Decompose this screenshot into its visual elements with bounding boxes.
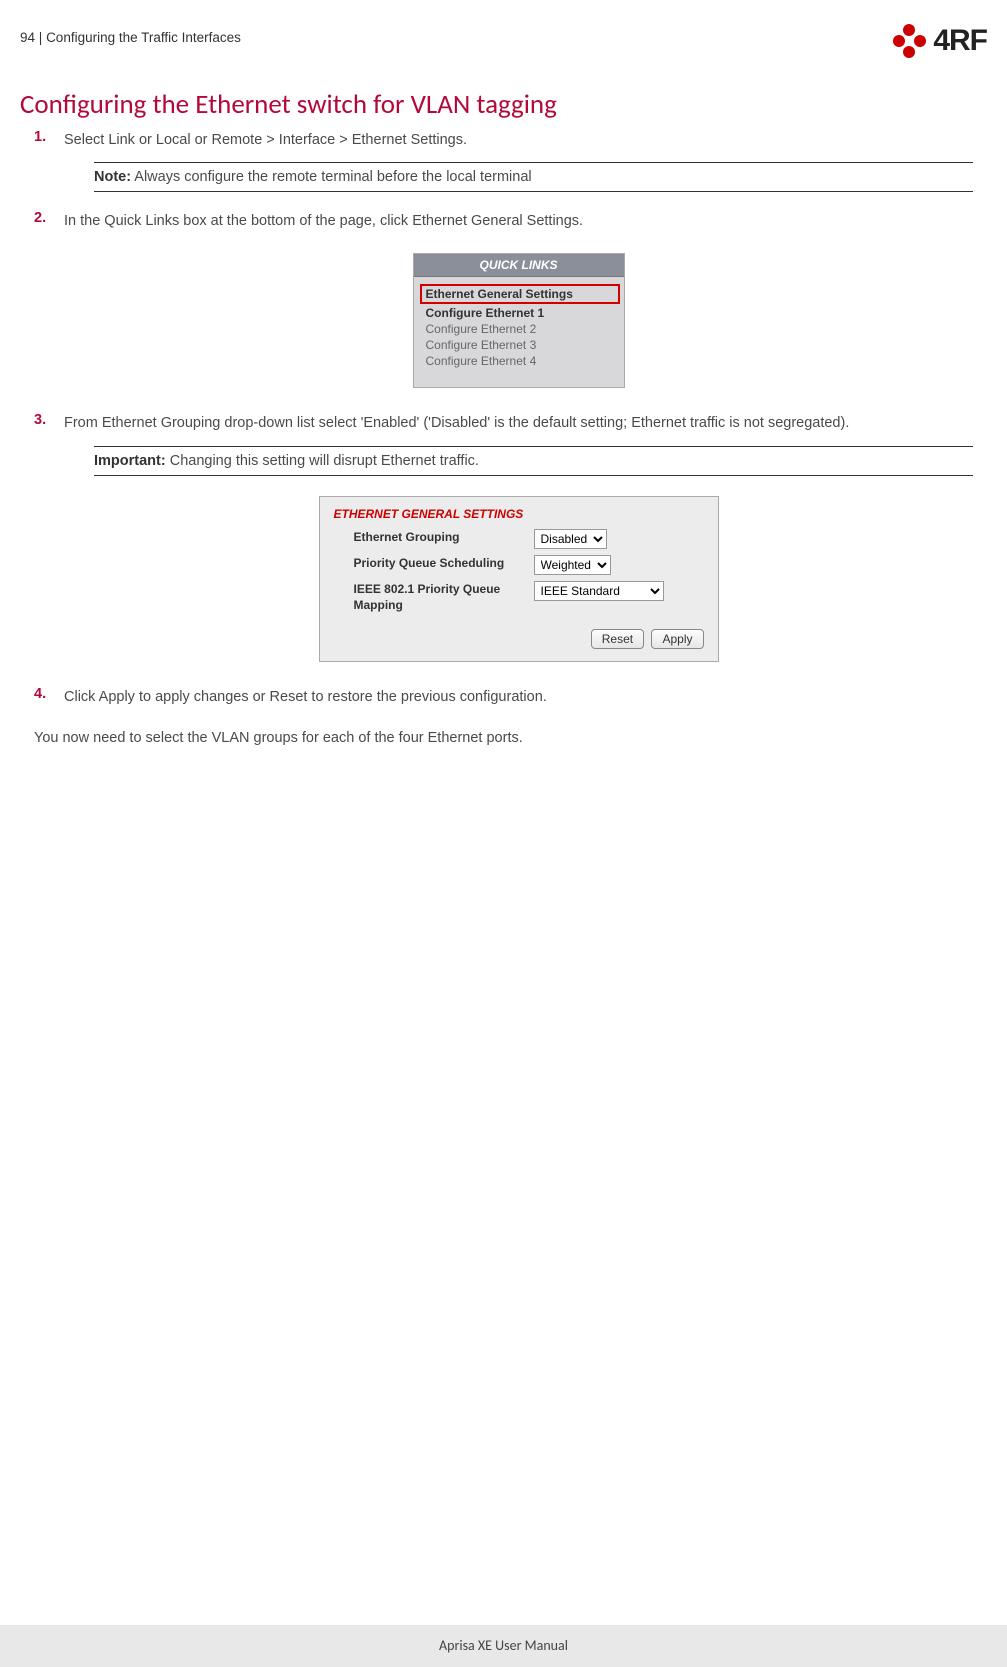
quick-link-configure-eth2[interactable]: Configure Ethernet 2 (426, 321, 614, 337)
row-priority-queue-mapping: IEEE 802.1 Priority Queue Mapping IEEE S… (334, 581, 704, 613)
important-text: Changing this setting will disrupt Ether… (166, 453, 479, 469)
quick-links-body: Ethernet General Settings Configure Ethe… (414, 277, 624, 387)
quick-link-ethernet-general[interactable]: Ethernet General Settings (420, 284, 620, 304)
logo-text: 4RF (933, 24, 987, 58)
step-2: 2. In the Quick Links box at the bottom … (34, 210, 973, 388)
brand-logo: 4RF (893, 24, 987, 58)
page-number: 94 (20, 30, 35, 45)
logo-icon (893, 24, 927, 58)
row-priority-queue-scheduling: Priority Queue Scheduling Weighted (334, 555, 704, 575)
reset-button[interactable]: Reset (591, 629, 644, 649)
pqm-select[interactable]: IEEE Standard (534, 581, 664, 601)
step-text: Select Link or Local or Remote > Interfa… (64, 129, 973, 152)
pqs-label: Priority Queue Scheduling (334, 555, 534, 571)
step-number: 1. (34, 129, 46, 145)
step-1: 1. Select Link or Local or Remote > Inte… (34, 129, 973, 192)
important-label: Important: (94, 453, 166, 469)
note-text: Always configure the remote terminal bef… (131, 169, 532, 185)
quick-links-box: QUICK LINKS Ethernet General Settings Co… (413, 253, 625, 388)
note-block: Note: Always configure the remote termin… (94, 162, 973, 192)
step-number: 4. (34, 686, 46, 702)
step-text: From Ethernet Grouping drop-down list se… (64, 412, 973, 435)
quick-link-configure-eth3[interactable]: Configure Ethernet 3 (426, 337, 614, 353)
ethernet-general-settings-panel: ETHERNET GENERAL SETTINGS Ethernet Group… (319, 496, 719, 662)
quick-link-configure-eth1[interactable]: Configure Ethernet 1 (426, 305, 614, 321)
step-number: 3. (34, 412, 46, 428)
closing-paragraph: You now need to select the VLAN groups f… (34, 727, 973, 750)
row-ethernet-grouping: Ethernet Grouping Disabled (334, 529, 704, 549)
step-4: 4. Click Apply to apply changes or Reset… (34, 686, 973, 709)
config-heading: Configuring the Ethernet switch for VLAN… (20, 88, 987, 121)
step-text: Click Apply to apply changes or Reset to… (64, 686, 973, 709)
quick-link-configure-eth4[interactable]: Configure Ethernet 4 (426, 353, 614, 369)
quick-links-header: QUICK LINKS (414, 254, 624, 277)
step-3: 3. From Ethernet Grouping drop-down list… (34, 412, 973, 662)
page-footer: Aprisa XE User Manual (0, 1625, 1007, 1667)
step-number: 2. (34, 210, 46, 226)
pqm-label: IEEE 802.1 Priority Queue Mapping (334, 581, 534, 613)
apply-button[interactable]: Apply (651, 629, 703, 649)
header-breadcrumb: 94 | Configuring the Traffic Interfaces (20, 30, 241, 45)
step-text: In the Quick Links box at the bottom of … (64, 210, 973, 233)
quick-links-figure: QUICK LINKS Ethernet General Settings Co… (64, 253, 973, 388)
section-title-small: Configuring the Traffic Interfaces (46, 30, 241, 45)
ethernet-grouping-label: Ethernet Grouping (334, 529, 534, 545)
egen-panel-title: ETHERNET GENERAL SETTINGS (334, 507, 704, 521)
important-block: Important: Changing this setting will di… (94, 446, 973, 476)
pqs-select[interactable]: Weighted (534, 555, 611, 575)
document-page: 94 | Configuring the Traffic Interfaces … (0, 0, 1007, 1667)
note-label: Note: (94, 169, 131, 185)
steps-list: 1. Select Link or Local or Remote > Inte… (34, 129, 973, 709)
page-header: 94 | Configuring the Traffic Interfaces … (20, 30, 987, 58)
ethernet-grouping-select[interactable]: Disabled (534, 529, 607, 549)
egen-button-row: Reset Apply (334, 629, 704, 649)
ethernet-general-figure: ETHERNET GENERAL SETTINGS Ethernet Group… (64, 496, 973, 662)
